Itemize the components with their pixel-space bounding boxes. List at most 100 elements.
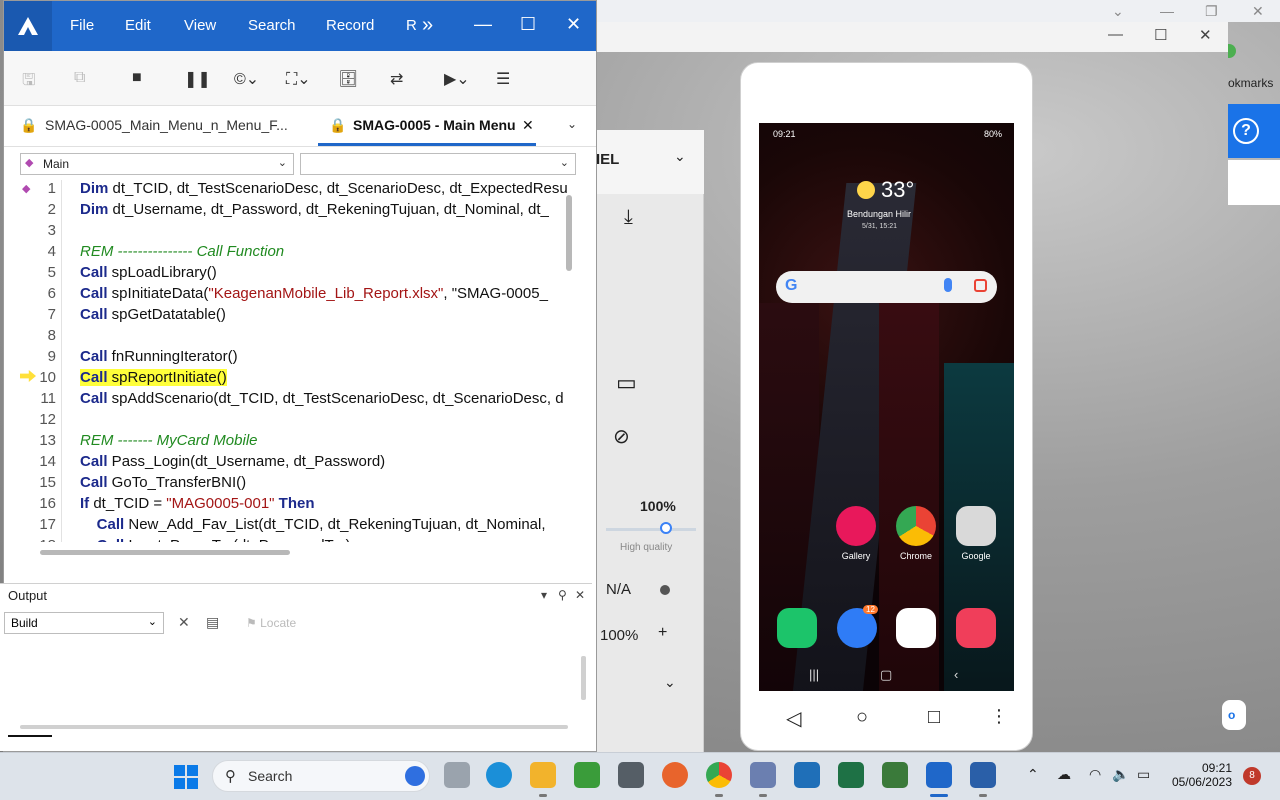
google-search-widget[interactable]: G: [776, 271, 997, 303]
task-view-icon[interactable]: [444, 762, 470, 788]
clear-output-icon[interactable]: ✕: [178, 614, 190, 631]
tray-overflow-icon[interactable]: ⌃: [1027, 766, 1039, 783]
menu-search[interactable]: Search: [248, 17, 296, 34]
gallery-app-icon[interactable]: [836, 506, 876, 546]
menu-view[interactable]: View: [184, 17, 216, 34]
start-button-icon[interactable]: [174, 765, 198, 789]
code-line[interactable]: Dim dt_Username, dt_Password, dt_Rekenin…: [80, 201, 549, 218]
tab-overflow-icon[interactable]: ⌄: [567, 117, 577, 131]
firefox-icon[interactable]: [662, 762, 688, 788]
onedrive-icon[interactable]: ☁: [1057, 766, 1071, 783]
notification-badge[interactable]: 8: [1243, 767, 1261, 785]
menu-r[interactable]: R: [406, 17, 417, 34]
messages-icon[interactable]: [837, 608, 877, 648]
code-line[interactable]: Call GoTo_TransferBNI(): [80, 474, 246, 491]
weather-location[interactable]: Bendungan Hilir: [847, 209, 911, 219]
minimize-icon[interactable]: —: [474, 14, 492, 35]
record-options-icon[interactable]: ©⌄: [234, 69, 259, 89]
code-line[interactable]: Call spReportInitiate(): [80, 369, 227, 386]
phone-dialer-icon[interactable]: [777, 608, 817, 648]
run-icon[interactable]: ▶⌄: [444, 69, 470, 89]
code-editor[interactable]: ◆ 1 Dim dt_TCID, dt_TestScenarioDesc, dt_…: [18, 180, 576, 542]
more-menus-icon[interactable]: »: [422, 14, 433, 37]
code-line[interactable]: Call spAddScenario(dt_TCID, dt_TestScena…: [80, 390, 564, 407]
code-line[interactable]: Call Pass_Login(dt_Username, dt_Password…: [80, 453, 385, 470]
code-line[interactable]: Call spInitiateData("KeagenanMobile_Lib_…: [80, 285, 548, 302]
spy-icon[interactable]: ⛶⌄: [286, 69, 311, 89]
panel-close-icon[interactable]: ✕: [575, 588, 585, 602]
quality-slider-track[interactable]: [606, 528, 696, 531]
zoom-in-icon[interactable]: +: [658, 624, 667, 642]
screen-rotate-icon[interactable]: ⊘: [613, 424, 630, 449]
download-icon[interactable]: ⤓: [624, 206, 633, 229]
maximize-icon[interactable]: ☐: [520, 14, 536, 35]
quality-slider-handle[interactable]: [660, 522, 672, 534]
chrome-icon[interactable]: [706, 762, 732, 788]
code-line[interactable]: Call Input_Pass_Trx(dt_PasswordTrx): [80, 537, 351, 542]
remote-app-icon[interactable]: [794, 762, 820, 788]
back-icon[interactable]: ‹: [954, 667, 958, 682]
weather-temperature[interactable]: 33°: [881, 177, 914, 203]
taskbar-search[interactable]: ⚲ Search: [212, 760, 430, 792]
phone-recents-icon[interactable]: □: [928, 706, 940, 729]
mic-icon[interactable]: [944, 278, 952, 292]
tab-main-menu[interactable]: SMAG-0005 - Main Menu: [353, 117, 516, 133]
pin-icon[interactable]: ⚲: [558, 588, 567, 602]
phone-screen[interactable]: 09:21 80% 33° Bendungan Hilir 5/31, 15:2…: [759, 123, 1014, 691]
chip-button[interactable]: o: [1222, 700, 1246, 730]
output-source-combo[interactable]: Build ⌄: [4, 612, 164, 634]
code-line[interactable]: Call spGetDatatable(): [80, 306, 226, 323]
volume-mute-icon[interactable]: 🔈: [1112, 766, 1129, 783]
code-line[interactable]: REM --------------- Call Function: [80, 243, 284, 260]
bg-chevron-icon[interactable]: ⌄: [1112, 3, 1124, 20]
output-vertical-scrollbar[interactable]: [581, 656, 586, 700]
list-icon[interactable]: ☰: [496, 69, 510, 89]
chevron-down-icon[interactable]: ⌄: [664, 674, 676, 691]
phone-back-icon[interactable]: ◁: [786, 706, 801, 731]
app-tool-icon[interactable]: [574, 762, 600, 788]
panel-dropdown-icon[interactable]: ▾: [541, 588, 547, 602]
ranorex-icon[interactable]: [926, 762, 952, 788]
bg-minimize-icon[interactable]: —: [1160, 3, 1174, 19]
archive-icon[interactable]: 🗄: [338, 69, 358, 89]
save-icon[interactable]: 🖫: [22, 69, 36, 96]
save-all-icon[interactable]: ⧉: [74, 69, 85, 87]
code-line[interactable]: Dim dt_TCID, dt_TestScenarioDesc, dt_Sce…: [80, 180, 568, 197]
bg-close-icon[interactable]: ✕: [1252, 3, 1264, 20]
stop-icon[interactable]: ■: [132, 69, 142, 87]
menu-record[interactable]: Record: [326, 17, 374, 34]
chevron-down-icon[interactable]: ⌄: [674, 148, 686, 165]
browser-maximize-icon[interactable]: ☐: [1154, 26, 1167, 44]
word-wrap-icon[interactable]: ▤: [206, 614, 219, 631]
code-line[interactable]: REM ------- MyCard Mobile: [80, 432, 258, 449]
code-line[interactable]: Call fnRunningIterator(): [80, 348, 238, 365]
recents-icon[interactable]: |||: [809, 667, 819, 682]
network-tool-icon[interactable]: [750, 762, 776, 788]
tab-close-icon[interactable]: ✕: [522, 117, 534, 134]
method-combo[interactable]: ⌄: [300, 153, 576, 175]
code-line[interactable]: Call New_Add_Fav_List(dt_TCID, dt_Rekeni…: [80, 516, 546, 533]
edge-icon[interactable]: [486, 762, 512, 788]
pause-icon[interactable]: ❚❚: [184, 69, 211, 89]
editor-horizontal-scrollbar[interactable]: [40, 550, 290, 555]
step-icon[interactable]: ⇄: [390, 69, 403, 89]
browser-close-icon[interactable]: ✕: [1199, 26, 1212, 44]
menu-edit[interactable]: Edit: [125, 17, 151, 34]
phone-more-icon[interactable]: ⋮: [990, 706, 1008, 727]
bookmarks-label[interactable]: okmarks: [1228, 76, 1273, 90]
snipping-tool-icon[interactable]: [618, 762, 644, 788]
play-store-icon[interactable]: [896, 608, 936, 648]
battery-icon[interactable]: ▭: [1137, 766, 1150, 783]
clock[interactable]: 09:21 05/06/2023: [1170, 761, 1232, 789]
code-line[interactable]: Call spLoadLibrary(): [80, 264, 217, 281]
google-folder-icon[interactable]: [956, 506, 996, 546]
video-record-icon[interactable]: ▭: [616, 370, 637, 396]
home-icon[interactable]: ▢: [880, 667, 892, 683]
chrome-app-icon[interactable]: [896, 506, 936, 546]
bg-restore-icon[interactable]: ❐: [1205, 3, 1218, 20]
help-icon[interactable]: ?: [1233, 118, 1259, 144]
lens-icon[interactable]: [974, 279, 987, 292]
tab-main-menu-n-menu[interactable]: SMAG-0005_Main_Menu_n_Menu_F...: [45, 117, 288, 133]
file-explorer-icon[interactable]: [530, 762, 556, 788]
chart-app-icon[interactable]: [882, 762, 908, 788]
